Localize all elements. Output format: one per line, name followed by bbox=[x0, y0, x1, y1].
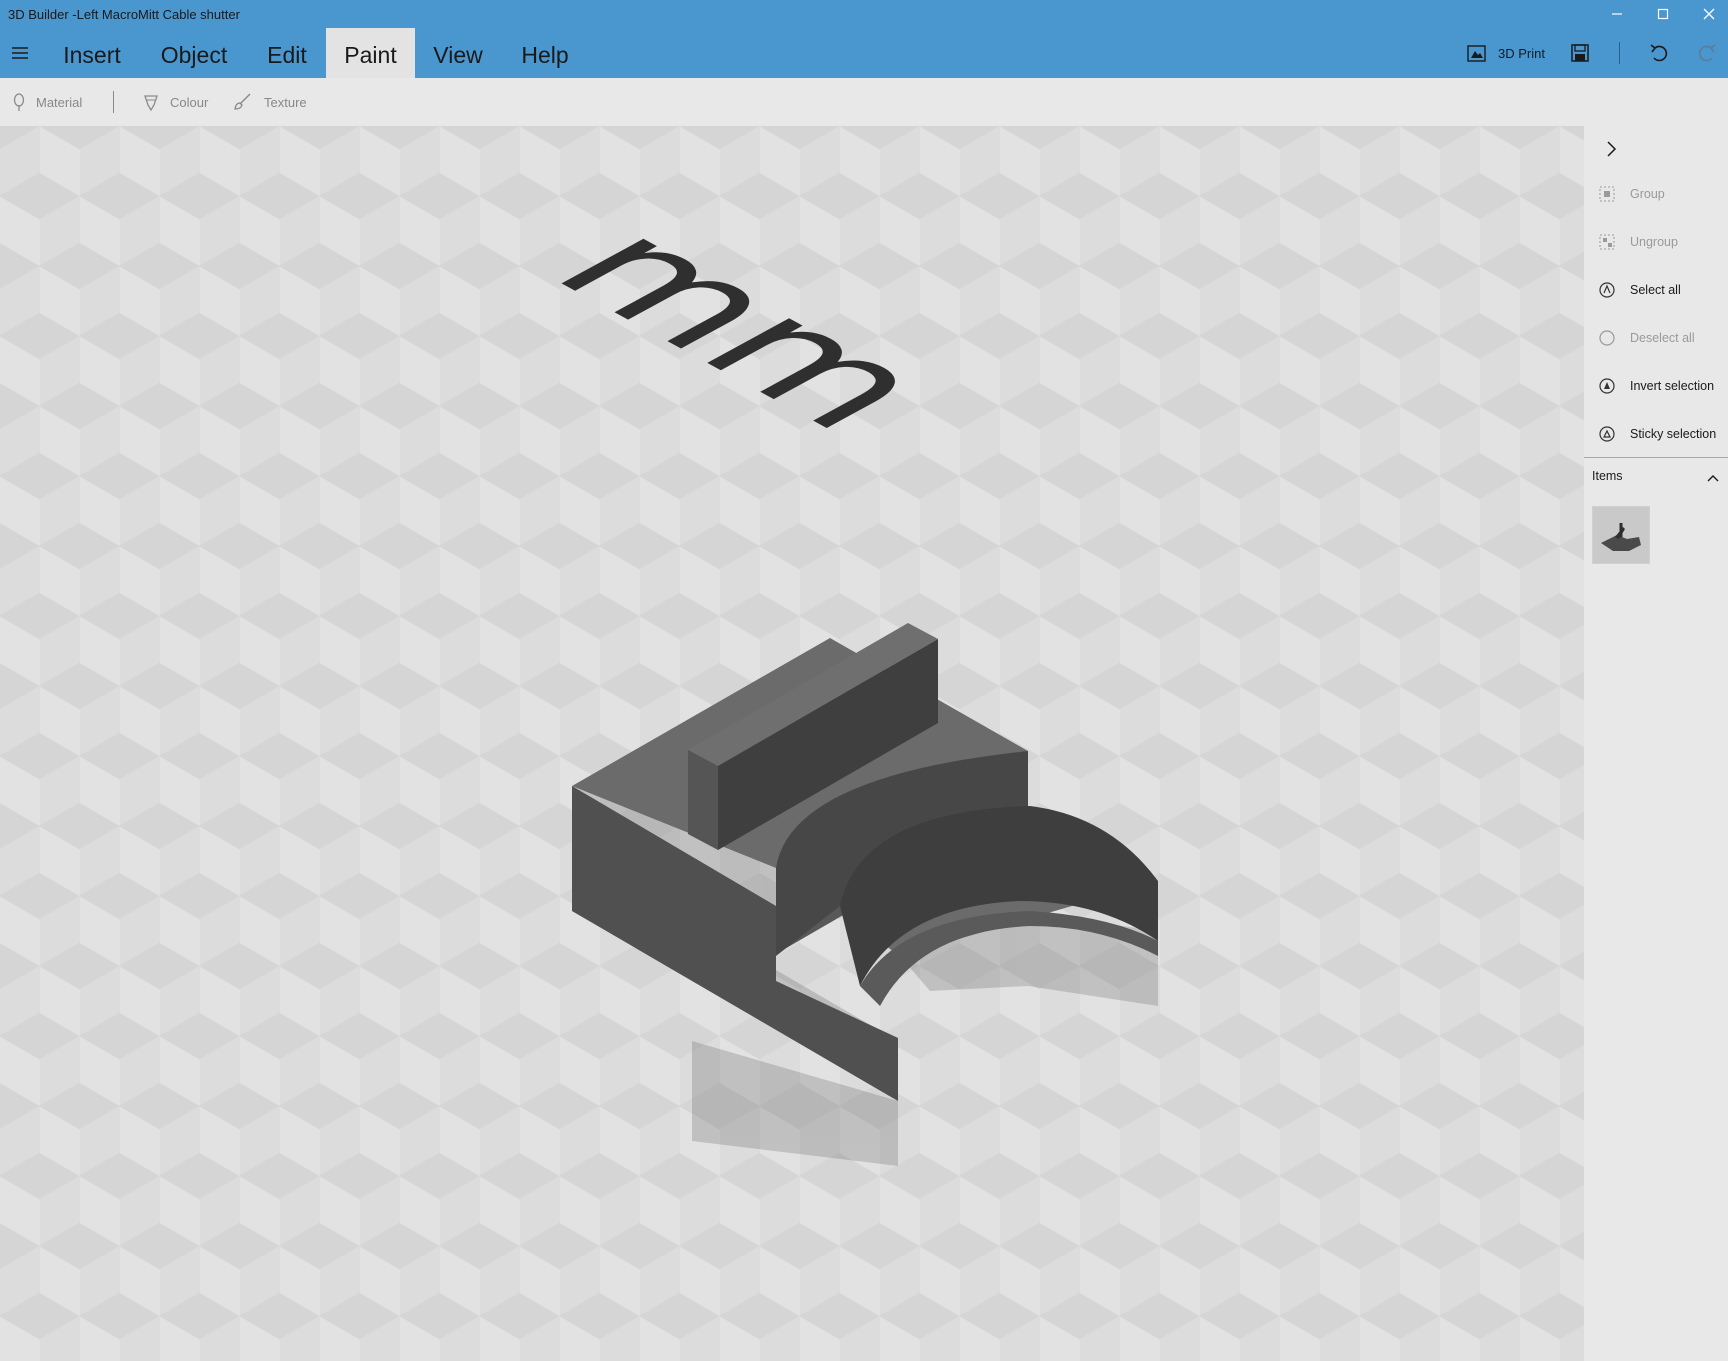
select-all-label: Select all bbox=[1630, 283, 1681, 297]
ungroup-label: Ungroup bbox=[1630, 235, 1678, 249]
group-button[interactable]: Group bbox=[1584, 174, 1728, 214]
tab-object[interactable]: Object bbox=[146, 28, 242, 78]
texture-label: Texture bbox=[264, 94, 307, 110]
toolbar-divider bbox=[113, 91, 114, 113]
colour-label: Colour bbox=[170, 94, 209, 110]
colour-icon bbox=[144, 95, 158, 112]
paint-toolbar: Material Colour Texture bbox=[0, 78, 1728, 126]
model-thumbnail-icon bbox=[1601, 523, 1641, 551]
3d-model[interactable] bbox=[572, 623, 1158, 1101]
redo-button[interactable] bbox=[1696, 28, 1718, 78]
close-button[interactable] bbox=[1686, 0, 1728, 28]
material-label: Material bbox=[36, 94, 83, 110]
material-icon bbox=[13, 93, 25, 111]
minimize-button[interactable] bbox=[1594, 0, 1640, 28]
group-label: Group bbox=[1630, 187, 1665, 201]
3d-print-icon bbox=[1467, 45, 1486, 62]
texture-button[interactable]: Texture bbox=[232, 78, 307, 126]
chevron-up-icon bbox=[1707, 475, 1719, 482]
tab-edit[interactable]: Edit bbox=[252, 28, 322, 78]
title-bar: 3D Builder -Left MacroMitt Cable shutter bbox=[0, 0, 1728, 28]
chevron-right-icon bbox=[1607, 141, 1617, 157]
units-label: mm bbox=[512, 201, 977, 455]
scene: mm bbox=[512, 201, 1158, 1166]
select-all-button[interactable]: Select all bbox=[1584, 270, 1728, 310]
invert-selection-icon bbox=[1599, 378, 1615, 394]
colour-button[interactable]: Colour bbox=[142, 78, 208, 126]
group-icon bbox=[1599, 186, 1615, 202]
tab-view[interactable]: View bbox=[422, 28, 494, 78]
hamburger-menu-button[interactable] bbox=[9, 41, 31, 65]
tab-help[interactable]: Help bbox=[505, 28, 585, 78]
sticky-selection-button[interactable]: Sticky selection bbox=[1584, 414, 1728, 454]
deselect-all-label: Deselect all bbox=[1630, 331, 1695, 345]
sticky-selection-icon bbox=[1599, 426, 1615, 442]
collapse-panel-button[interactable] bbox=[1598, 136, 1624, 162]
window-title: 3D Builder -Left MacroMitt Cable shutter bbox=[8, 7, 240, 22]
texture-icon bbox=[234, 93, 251, 110]
material-button[interactable]: Material bbox=[12, 78, 82, 126]
model-ridge-end bbox=[688, 750, 718, 850]
selection-panel: Group Ungroup Select all Deselect all In… bbox=[1584, 126, 1728, 1361]
save-icon bbox=[1571, 44, 1589, 62]
ungroup-icon bbox=[1599, 234, 1615, 250]
3d-print-button[interactable]: 3D Print bbox=[1466, 28, 1545, 78]
sticky-selection-label: Sticky selection bbox=[1630, 427, 1717, 441]
deselect-all-button[interactable]: Deselect all bbox=[1584, 318, 1728, 358]
select-all-icon bbox=[1599, 282, 1615, 298]
item-thumbnail[interactable] bbox=[1592, 506, 1650, 564]
3d-print-label: 3D Print bbox=[1498, 45, 1545, 61]
hamburger-icon bbox=[12, 47, 28, 59]
invert-selection-button[interactable]: Invert selection bbox=[1584, 366, 1728, 406]
save-button[interactable] bbox=[1570, 28, 1590, 78]
items-label: Items bbox=[1592, 469, 1623, 483]
menu-divider bbox=[1619, 42, 1620, 64]
maximize-icon bbox=[1657, 8, 1669, 20]
minimize-icon bbox=[1612, 13, 1622, 15]
deselect-all-icon bbox=[1599, 330, 1615, 346]
redo-icon bbox=[1698, 44, 1716, 62]
maximize-button[interactable] bbox=[1640, 0, 1686, 28]
menu-bar: Insert Object Edit Paint View Help 3D Pr… bbox=[0, 28, 1728, 78]
tab-paint[interactable]: Paint bbox=[326, 28, 415, 78]
tab-insert[interactable]: Insert bbox=[50, 28, 134, 78]
3d-viewport[interactable]: mm bbox=[0, 126, 1584, 1361]
items-section-header[interactable]: Items bbox=[1584, 457, 1728, 494]
ungroup-button[interactable]: Ungroup bbox=[1584, 222, 1728, 262]
undo-icon bbox=[1650, 44, 1668, 62]
close-icon bbox=[1703, 8, 1715, 20]
undo-button[interactable] bbox=[1648, 28, 1670, 78]
invert-selection-label: Invert selection bbox=[1630, 379, 1715, 393]
